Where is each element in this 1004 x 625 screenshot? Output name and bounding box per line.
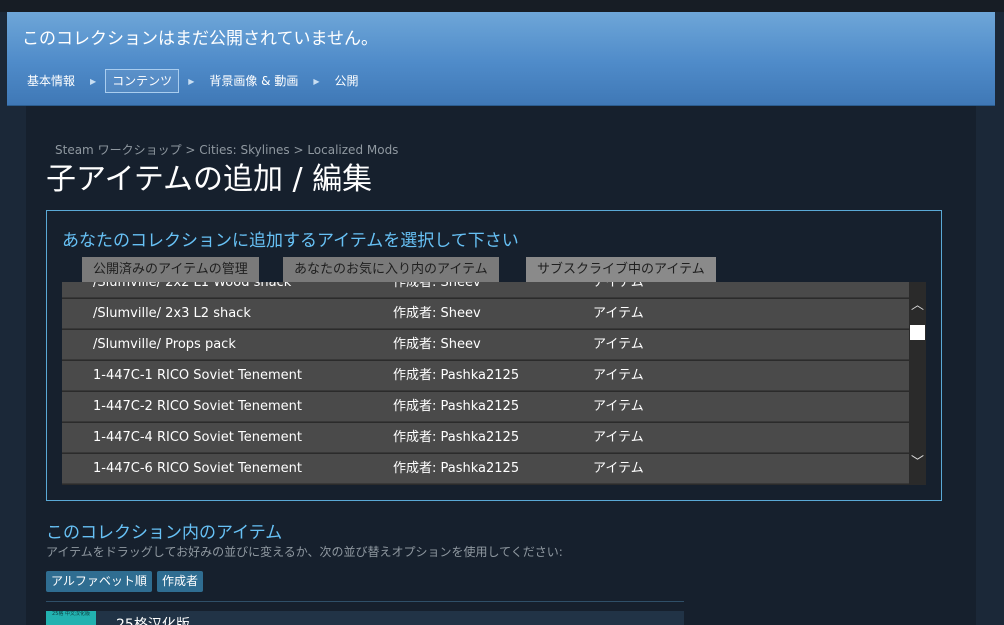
item-type: アイテム xyxy=(593,430,644,445)
item-type: アイテム xyxy=(593,461,644,476)
top-strip xyxy=(0,0,1004,12)
collection-items-heading: このコレクション内のアイテム xyxy=(46,523,283,543)
item-title: /Slumville/ 2x2 L1 Wood shack xyxy=(93,282,292,290)
divider xyxy=(46,601,684,602)
step-contents[interactable]: コンテンツ xyxy=(105,69,180,93)
item-title: 1-447C-6 RICO Soviet Tenement xyxy=(93,461,302,476)
picker-heading: あなたのコレクションに追加するアイテムを選択して下さい xyxy=(62,231,519,251)
item-author: 作成者: Sheev xyxy=(393,282,481,290)
item-author: 作成者: Pashka2125 xyxy=(393,430,520,445)
list-item[interactable]: /Slumville/ 2x3 L2 shack 作成者: Sheev アイテム xyxy=(62,299,909,329)
sort-alphabetical-button[interactable]: アルファベット順 xyxy=(46,571,152,592)
item-title: /Slumville/ Props pack xyxy=(93,337,236,352)
item-author: 作成者: Pashka2125 xyxy=(393,461,520,476)
item-type: アイテム xyxy=(593,399,644,414)
tab-subscribed-items[interactable]: サブスクライブ中のアイテム xyxy=(526,257,716,283)
list-item[interactable]: /Slumville/ Props pack 作成者: Sheev アイテム xyxy=(62,330,909,360)
item-type: アイテム xyxy=(593,282,644,290)
item-type: アイテム xyxy=(593,337,644,352)
triangle-right-icon: ▶ xyxy=(313,76,320,86)
collection-items-description: アイテムをドラッグしてお好みの並びに変えるか、次の並び替えオプションを使用してく… xyxy=(46,545,563,559)
list-item[interactable]: /Slumville/ 2x2 L1 Wood shack 作成者: Sheev… xyxy=(62,282,909,298)
step-basic-info[interactable]: 基本情報 xyxy=(21,69,81,93)
list-item[interactable]: 1-447C-6 RICO Soviet Tenement 作成者: Pashk… xyxy=(62,454,909,484)
list-scrollbar[interactable]: ︿ ﹀ xyxy=(909,282,926,485)
list-item[interactable]: 1-447C-4 RICO Soviet Tenement 作成者: Pashk… xyxy=(62,423,909,453)
item-list: /Slumville/ 2x2 L1 Wood shack 作成者: Sheev… xyxy=(62,282,926,485)
scrollbar-thumb[interactable] xyxy=(910,325,925,340)
item-title: 1-447C-1 RICO Soviet Tenement xyxy=(93,368,302,383)
step-publish[interactable]: 公開 xyxy=(329,69,365,93)
item-title: 1-447C-2 RICO Soviet Tenement xyxy=(93,399,302,414)
chevron-down-icon[interactable]: ﹀ xyxy=(909,455,926,471)
item-author: 作成者: Sheev xyxy=(393,337,481,352)
collection-item-thumbnail: 25格 中文汉化版 xyxy=(46,611,96,625)
item-type: アイテム xyxy=(593,368,644,383)
step-background-media[interactable]: 背景画像 & 動画 xyxy=(203,69,304,93)
item-title: /Slumville/ 2x3 L2 shack xyxy=(93,306,251,321)
item-title: 1-447C-4 RICO Soviet Tenement xyxy=(93,430,302,445)
item-type: アイテム xyxy=(593,306,644,321)
sort-author-button[interactable]: 作成者 xyxy=(157,571,204,592)
chevron-up-icon[interactable]: ︿ xyxy=(909,298,926,314)
item-author: 作成者: Sheev xyxy=(393,306,481,321)
tab-favorite-items[interactable]: あなたのお気に入り内のアイテム xyxy=(283,257,499,282)
item-author: 作成者: Pashka2125 xyxy=(393,368,520,383)
list-item[interactable]: 1-447C-2 RICO Soviet Tenement 作成者: Pashk… xyxy=(62,392,909,422)
banner-title: このコレクションはまだ公開されていません。 xyxy=(22,29,378,49)
list-item[interactable]: 1-447C-1 RICO Soviet Tenement 作成者: Pashk… xyxy=(62,361,909,391)
page-title: 子アイテムの追加 / 編集 xyxy=(46,162,373,197)
item-author: 作成者: Pashka2125 xyxy=(393,399,520,414)
triangle-right-icon: ▶ xyxy=(188,76,195,86)
collection-item-title: 25格汉化版 xyxy=(116,617,190,625)
tab-published-items[interactable]: 公開済みのアイテムの管理 xyxy=(82,257,259,282)
triangle-right-icon: ▶ xyxy=(90,76,97,86)
status-banner: このコレクションはまだ公開されていません。 基本情報 ▶ コンテンツ ▶ 背景画… xyxy=(7,12,995,106)
wizard-steps: 基本情報 ▶ コンテンツ ▶ 背景画像 & 動画 ▶ 公開 xyxy=(21,68,365,94)
collection-item[interactable]: 25格 中文汉化版 25格汉化版 xyxy=(46,611,684,625)
